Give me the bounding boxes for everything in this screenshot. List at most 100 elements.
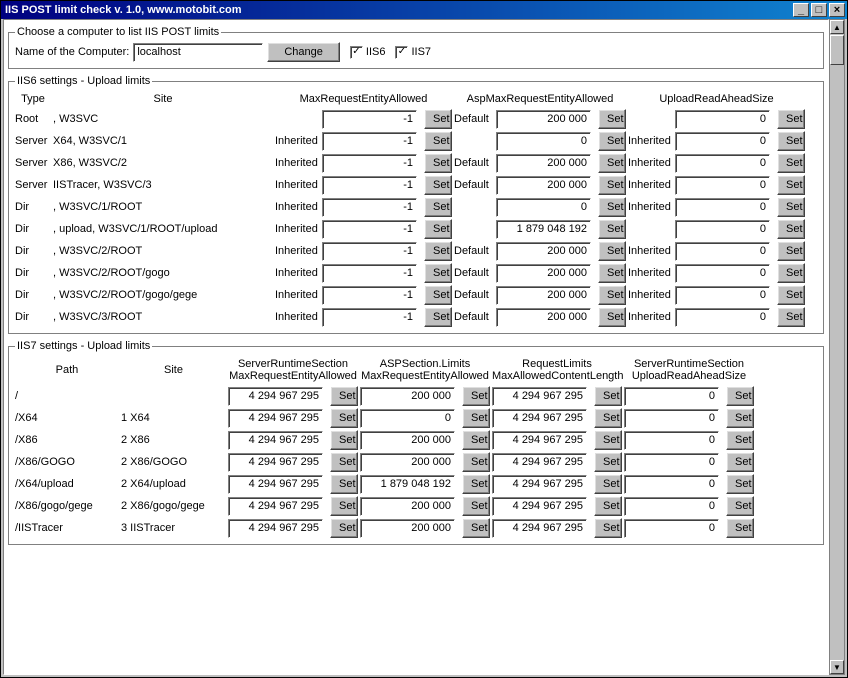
maxreq-input[interactable] [322, 198, 417, 217]
maxreq-input[interactable] [322, 264, 417, 283]
set-button[interactable]: Set [598, 241, 626, 261]
set-button[interactable]: Set [462, 408, 490, 428]
reqlimit-input[interactable] [492, 497, 587, 516]
maxreq-input[interactable] [322, 308, 417, 327]
iis7-checkbox[interactable]: ✓IIS7 [395, 46, 431, 59]
set-button[interactable]: Set [777, 109, 805, 129]
srv-maxreq-input[interactable] [228, 387, 323, 406]
set-button[interactable]: Set [424, 175, 452, 195]
set-button[interactable]: Set [598, 219, 626, 239]
set-button[interactable]: Set [330, 430, 358, 450]
set-button[interactable]: Set [598, 285, 626, 305]
scroll-thumb[interactable] [830, 35, 844, 65]
set-button[interactable]: Set [726, 518, 754, 538]
set-button[interactable]: Set [330, 386, 358, 406]
set-button[interactable]: Set [594, 408, 622, 428]
set-button[interactable]: Set [330, 496, 358, 516]
uploadread-input[interactable] [675, 308, 770, 327]
srv-maxreq-input[interactable] [228, 475, 323, 494]
set-button[interactable]: Set [424, 241, 452, 261]
set-button[interactable]: Set [594, 518, 622, 538]
srv-maxreq-input[interactable] [228, 409, 323, 428]
asp-maxreq-input[interactable] [360, 453, 455, 472]
aspmaxreq-input[interactable] [496, 308, 591, 327]
set-button[interactable]: Set [330, 518, 358, 538]
computer-name-input[interactable] [133, 43, 263, 62]
maxreq-input[interactable] [322, 220, 417, 239]
maxreq-input[interactable] [322, 176, 417, 195]
set-button[interactable]: Set [424, 109, 452, 129]
set-button[interactable]: Set [726, 474, 754, 494]
uploadread-input[interactable] [675, 220, 770, 239]
set-button[interactable]: Set [594, 430, 622, 450]
set-button[interactable]: Set [424, 219, 452, 239]
srv-maxreq-input[interactable] [228, 431, 323, 450]
set-button[interactable]: Set [462, 430, 490, 450]
aspmaxreq-input[interactable] [496, 220, 591, 239]
set-button[interactable]: Set [726, 408, 754, 428]
iis6-checkbox[interactable]: ✓IIS6 [350, 46, 386, 59]
srv-maxreq-input[interactable] [228, 519, 323, 538]
asp-maxreq-input[interactable] [360, 475, 455, 494]
set-button[interactable]: Set [777, 241, 805, 261]
set-button[interactable]: Set [598, 131, 626, 151]
set-button[interactable]: Set [424, 153, 452, 173]
minimize-button[interactable]: _ [793, 3, 809, 17]
aspmaxreq-input[interactable] [496, 132, 591, 151]
reqlimit-input[interactable] [492, 519, 587, 538]
aspmaxreq-input[interactable] [496, 242, 591, 261]
uploadread-input[interactable] [624, 453, 719, 472]
set-button[interactable]: Set [598, 175, 626, 195]
set-button[interactable]: Set [598, 109, 626, 129]
aspmaxreq-input[interactable] [496, 176, 591, 195]
set-button[interactable]: Set [777, 219, 805, 239]
uploadread-input[interactable] [675, 264, 770, 283]
set-button[interactable]: Set [726, 386, 754, 406]
change-button[interactable]: Change [267, 42, 340, 62]
uploadread-input[interactable] [675, 154, 770, 173]
set-button[interactable]: Set [777, 175, 805, 195]
uploadread-input[interactable] [624, 475, 719, 494]
vertical-scrollbar[interactable]: ▲ ▼ [829, 19, 845, 675]
uploadread-input[interactable] [675, 286, 770, 305]
set-button[interactable]: Set [777, 197, 805, 217]
set-button[interactable]: Set [598, 153, 626, 173]
asp-maxreq-input[interactable] [360, 409, 455, 428]
aspmaxreq-input[interactable] [496, 264, 591, 283]
set-button[interactable]: Set [424, 131, 452, 151]
asp-maxreq-input[interactable] [360, 519, 455, 538]
reqlimit-input[interactable] [492, 431, 587, 450]
set-button[interactable]: Set [462, 474, 490, 494]
aspmaxreq-input[interactable] [496, 286, 591, 305]
asp-maxreq-input[interactable] [360, 431, 455, 450]
scroll-up-button[interactable]: ▲ [830, 20, 844, 34]
set-button[interactable]: Set [777, 307, 805, 327]
set-button[interactable]: Set [777, 131, 805, 151]
set-button[interactable]: Set [594, 452, 622, 472]
close-button[interactable]: × [829, 3, 845, 17]
uploadread-input[interactable] [675, 176, 770, 195]
set-button[interactable]: Set [424, 197, 452, 217]
set-button[interactable]: Set [424, 285, 452, 305]
set-button[interactable]: Set [424, 263, 452, 283]
uploadread-input[interactable] [624, 519, 719, 538]
maxreq-input[interactable] [322, 286, 417, 305]
set-button[interactable]: Set [594, 496, 622, 516]
set-button[interactable]: Set [594, 386, 622, 406]
aspmaxreq-input[interactable] [496, 154, 591, 173]
reqlimit-input[interactable] [492, 453, 587, 472]
set-button[interactable]: Set [777, 285, 805, 305]
set-button[interactable]: Set [598, 197, 626, 217]
uploadread-input[interactable] [624, 497, 719, 516]
set-button[interactable]: Set [594, 474, 622, 494]
maxreq-input[interactable] [322, 154, 417, 173]
srv-maxreq-input[interactable] [228, 497, 323, 516]
uploadread-input[interactable] [624, 431, 719, 450]
maxreq-input[interactable] [322, 110, 417, 129]
set-button[interactable]: Set [462, 518, 490, 538]
uploadread-input[interactable] [675, 198, 770, 217]
aspmaxreq-input[interactable] [496, 110, 591, 129]
uploadread-input[interactable] [624, 409, 719, 428]
set-button[interactable]: Set [726, 452, 754, 472]
uploadread-input[interactable] [624, 387, 719, 406]
